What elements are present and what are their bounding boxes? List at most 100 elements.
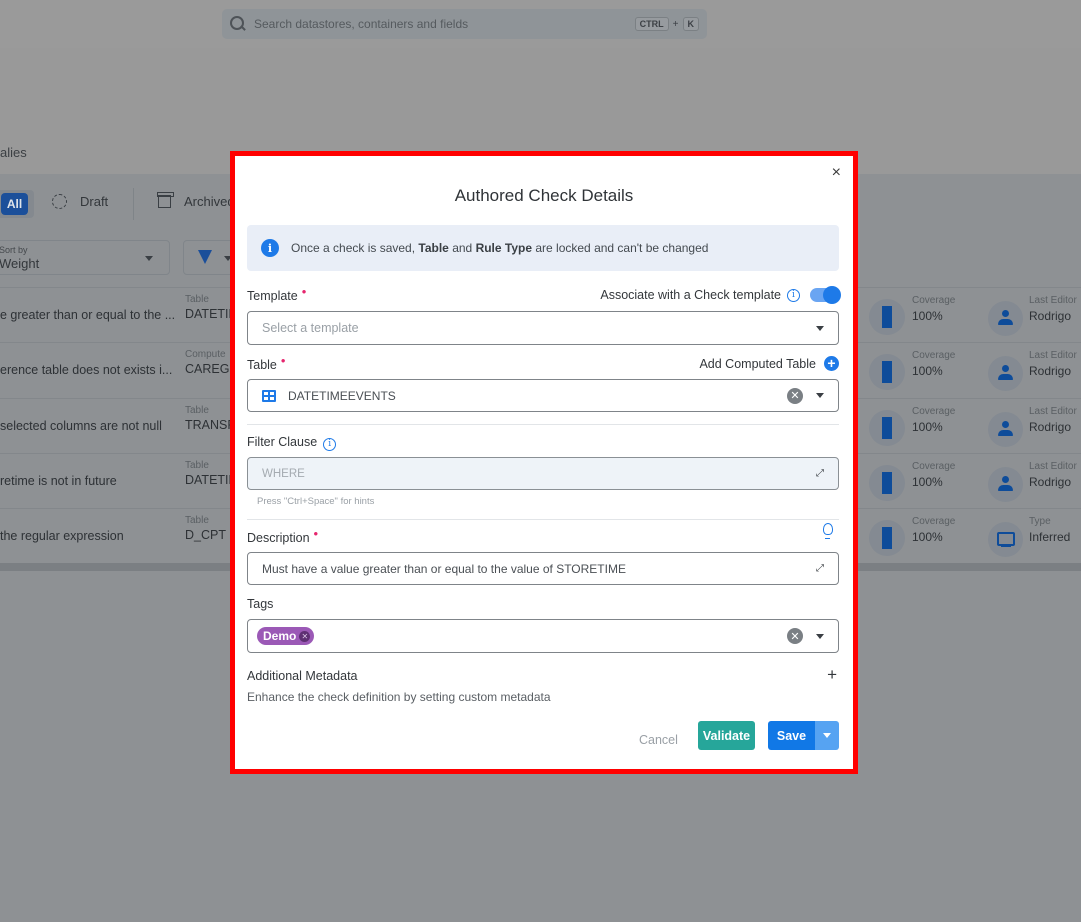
expand-icon[interactable]: ⤢: [816, 468, 824, 479]
shortcut-k: K: [682, 17, 699, 31]
global-search[interactable]: Search datastores, containers and fields…: [222, 9, 707, 39]
divider: [247, 519, 839, 520]
chevron-down-icon: [145, 256, 153, 261]
associate-template-label: Associate with a Check template: [600, 288, 781, 302]
table-label: Table: [185, 460, 209, 471]
table-select[interactable]: DATETIMEEVENTS ✕: [247, 379, 839, 412]
tab-divider: [133, 188, 134, 220]
editor-label: Last Editor: [1029, 461, 1077, 472]
description-label: Description •: [247, 526, 319, 545]
close-icon[interactable]: ×: [832, 164, 841, 182]
editor-label: Last Editor: [1029, 406, 1077, 417]
table-label: Table •: [247, 353, 286, 372]
top-bar: Search datastores, containers and fields…: [0, 0, 1081, 48]
table-label: Table: [185, 515, 209, 526]
template-select[interactable]: Select a template: [247, 311, 839, 345]
tab-archived-label: Archived: [184, 194, 235, 209]
check-description: the regular expression: [0, 529, 124, 543]
template-placeholder: Select a template: [262, 321, 359, 335]
person-icon: [988, 467, 1023, 502]
description-input[interactable]: Must have a value greater than or equal …: [247, 552, 839, 585]
alert-text: Once a check is saved, Table and Rule Ty…: [291, 241, 709, 255]
clear-icon[interactable]: ✕: [787, 387, 803, 404]
coverage-label: Coverage: [912, 350, 956, 361]
chevron-down-icon: [816, 633, 824, 639]
coverage-value: 100%: [912, 420, 943, 434]
table-value: TRANSF: [185, 418, 235, 432]
add-computed-table-button[interactable]: Add Computed Table +: [699, 356, 839, 371]
editor-value: Rodrigo: [1029, 309, 1072, 323]
clear-icon[interactable]: ✕: [787, 628, 803, 644]
coverage-value: 100%: [912, 309, 943, 323]
draft-icon: [52, 194, 67, 209]
check-description: e greater than or equal to the ...: [0, 308, 176, 322]
filter-clause-input[interactable]: WHERE ⤢: [247, 457, 839, 490]
coverage-label: Coverage: [912, 406, 956, 417]
add-metadata-icon[interactable]: +: [827, 665, 837, 685]
info-icon: i: [261, 239, 279, 257]
filter-placeholder: WHERE: [262, 467, 305, 480]
table-icon: [262, 389, 276, 402]
lightbulb-icon[interactable]: [823, 523, 833, 539]
tab-all-label: All: [1, 193, 28, 215]
filter-icon: [198, 250, 212, 264]
filter-clause-label: Filter Clause i: [247, 435, 337, 451]
cancel-button[interactable]: Cancel: [639, 733, 678, 747]
dialog-title: Authored Check Details: [454, 186, 634, 205]
archive-icon: [157, 192, 174, 208]
expand-icon[interactable]: ⤢: [816, 563, 824, 574]
tab-all[interactable]: All: [0, 190, 34, 218]
associate-template-control: Associate with a Check template i: [600, 286, 841, 304]
search-placeholder: Search datastores, containers and fields: [254, 17, 469, 31]
coverage-icon: [869, 465, 905, 501]
coverage-icon: [869, 354, 905, 390]
editor-value: Rodrigo: [1029, 420, 1072, 434]
editor-value: Inferred: [1029, 530, 1071, 544]
check-description: retime is not in future: [0, 474, 117, 488]
authored-check-dialog: × Authored Check Details i Once a check …: [235, 156, 853, 769]
sort-select[interactable]: Sort by Weight: [0, 240, 170, 275]
tab-archived[interactable]: Archived: [157, 192, 235, 209]
info-icon[interactable]: i: [787, 288, 800, 302]
additional-metadata-title: Additional Metadata: [247, 669, 358, 683]
add-circle-icon: +: [824, 356, 839, 371]
tab-draft-label: Draft: [80, 194, 109, 209]
table-label: Table: [185, 405, 209, 416]
tab-draft[interactable]: Draft: [52, 194, 108, 209]
associate-template-toggle[interactable]: [810, 286, 841, 304]
page-title: alies: [0, 145, 27, 160]
search-icon: [230, 16, 246, 32]
editor-label: Type: [1029, 516, 1051, 527]
validate-button[interactable]: Validate: [698, 721, 755, 750]
remove-tag-icon[interactable]: ✕: [299, 630, 311, 642]
tags-chips: Demo ✕: [257, 627, 787, 645]
additional-metadata-description: Enhance the check definition by setting …: [247, 690, 551, 704]
coverage-label: Coverage: [912, 516, 956, 527]
save-button[interactable]: Save: [768, 721, 815, 750]
description-value: Must have a value greater than or equal …: [262, 561, 626, 576]
editor-value: Rodrigo: [1029, 364, 1072, 378]
sort-value: Weight: [0, 256, 40, 271]
editor-label: Last Editor: [1029, 350, 1077, 361]
coverage-value: 100%: [912, 475, 943, 489]
tag-chip: Demo ✕: [257, 627, 315, 645]
tags-select[interactable]: Demo ✕ ✕: [247, 619, 839, 653]
person-icon: [988, 301, 1023, 336]
info-alert: i Once a check is saved, Table and Rule …: [247, 225, 839, 271]
sort-label: Sort by: [0, 245, 28, 255]
table-label: Table: [185, 294, 209, 305]
modal-highlight-frame: × Authored Check Details i Once a check …: [230, 151, 858, 774]
filter-hint: Press "Ctrl+Space" for hints: [257, 496, 375, 507]
person-icon: [988, 412, 1023, 447]
table-label: Compute: [185, 349, 226, 360]
required-marker: •: [313, 526, 319, 541]
info-icon[interactable]: i: [323, 437, 337, 451]
monitor-icon: [988, 522, 1023, 557]
add-computed-table-label: Add Computed Table: [699, 356, 816, 371]
coverage-icon: [869, 410, 905, 446]
editor-label: Last Editor: [1029, 295, 1077, 306]
tags-label: Tags: [247, 597, 274, 611]
shortcut-ctrl: CTRL: [634, 17, 669, 31]
save-options-button[interactable]: [815, 721, 839, 750]
divider: [247, 424, 839, 425]
